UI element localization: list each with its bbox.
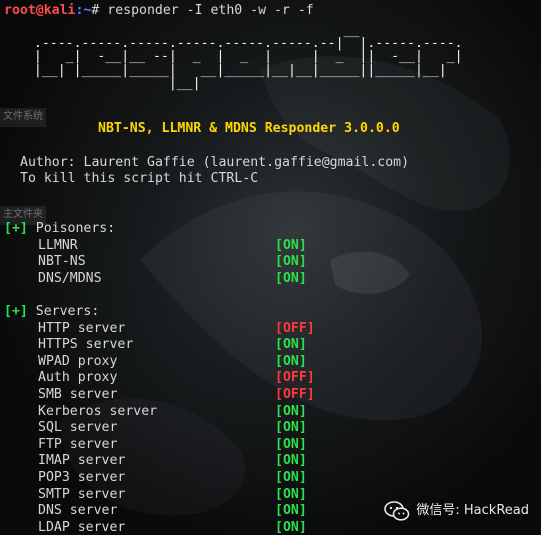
servers-item-status: [ON] — [275, 353, 307, 369]
servers-item-status: [OFF] — [275, 370, 315, 386]
servers-item-status: [ON] — [275, 503, 307, 519]
servers-item-status: [ON] — [275, 486, 307, 502]
servers-item-label: LDAP server — [38, 519, 126, 535]
poisoners-heading-text: Poisoners: — [35, 221, 116, 236]
servers-item-status: [ON] — [275, 337, 307, 353]
prompt-path: :~ — [75, 3, 92, 18]
servers-item-status: [OFF] — [275, 386, 315, 402]
servers-heading-text: Servers: — [35, 304, 100, 319]
poisoners-item-status: [ON] — [275, 254, 307, 270]
servers-item-label: HTTP server — [38, 320, 126, 336]
servers-item-label: POP3 server — [38, 469, 126, 485]
servers-item-status: [ON] — [275, 436, 307, 452]
servers-item-label: WPAD proxy — [38, 353, 118, 369]
kill-hint-line: To kill this script hit CTRL-C — [20, 171, 259, 186]
watermark: 微信号: HackRead — [384, 501, 529, 521]
servers-item-status: [ON] — [275, 469, 307, 485]
poisoners-item-label: DNS/MDNS — [38, 270, 102, 286]
desktop-label-filesystem: 文件系统 — [0, 108, 46, 127]
servers-item-status: [ON] — [275, 420, 307, 436]
command-line: root@kali:~# responder -I eth0 -w -r -f — [4, 3, 314, 20]
responder-ascii-banner: __ .----.-----.-----.-----.-----.-----.-… — [33, 23, 463, 91]
author-line: Author: Laurent Gaffie (laurent.gaffie@g… — [20, 155, 410, 170]
terminal-window[interactable]: 文件系统 主文件夹 root@kali:~# responder -I eth0… — [0, 0, 541, 535]
poisoners-item-label: NBT-NS — [38, 254, 86, 270]
prompt-user-host: root@kali — [4, 3, 76, 18]
poisoners-heading: [+] Poisoners: — [4, 221, 115, 238]
wechat-icon — [384, 501, 410, 521]
command-text: responder -I eth0 -w -r -f — [107, 3, 314, 18]
plus-marker: [+] — [4, 304, 28, 319]
servers-item-label: FTP server — [38, 436, 118, 452]
tool-title: NBT-NS, LLMNR & MDNS Responder 3.0.0.0 — [98, 121, 400, 136]
servers-item-label: SQL server — [38, 420, 118, 436]
servers-item-label: DNS server — [38, 503, 118, 519]
servers-item-status: [ON] — [275, 519, 307, 535]
servers-item-status: [ON] — [275, 403, 307, 419]
servers-heading: [+] Servers: — [4, 304, 99, 321]
servers-item-label: IMAP server — [38, 453, 126, 469]
servers-item-label: Auth proxy — [38, 370, 118, 386]
plus-marker: [+] — [4, 221, 28, 236]
servers-item-label: SMTP server — [38, 486, 126, 502]
servers-item-label: Kerberos server — [38, 403, 158, 419]
poisoners-item-label: LLMNR — [38, 237, 78, 253]
poisoners-item-status: [ON] — [275, 237, 307, 253]
poisoners-item-status: [ON] — [275, 270, 307, 286]
servers-item-label: HTTPS server — [38, 337, 134, 353]
prompt-symbol: # — [91, 3, 100, 18]
servers-item-status: [OFF] — [275, 320, 315, 336]
servers-item-status: [ON] — [275, 453, 307, 469]
servers-item-label: SMB server — [38, 386, 118, 402]
watermark-text: 微信号: HackRead — [416, 502, 529, 518]
